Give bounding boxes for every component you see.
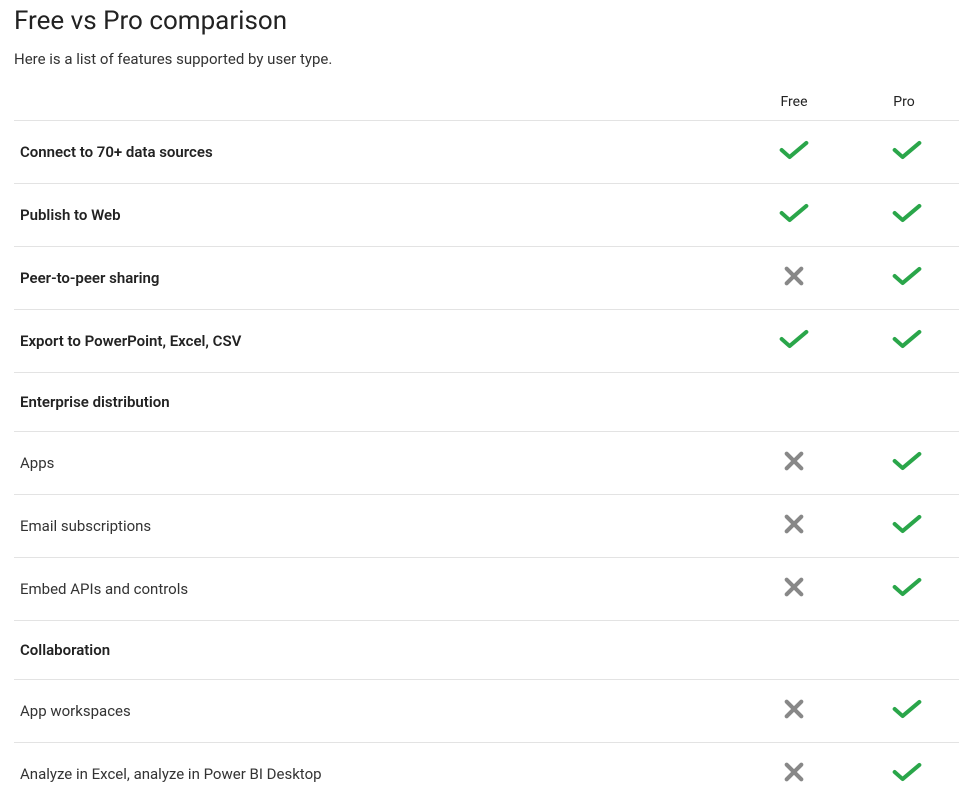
check-icon (779, 328, 809, 350)
table-row: Export to PowerPoint, Excel, CSV (14, 310, 959, 373)
check-icon (892, 761, 922, 783)
cross-icon (783, 698, 805, 720)
feature-pro-cell (849, 743, 959, 806)
feature-free-cell (739, 743, 849, 806)
check-icon (892, 328, 922, 350)
feature-label: Publish to Web (14, 184, 739, 247)
check-icon (892, 450, 922, 472)
check-icon (892, 265, 922, 287)
feature-label: Analyze in Excel, analyze in Power BI De… (14, 743, 739, 806)
feature-pro-cell (849, 495, 959, 558)
feature-free-cell (739, 432, 849, 495)
table-row: Analyze in Excel, analyze in Power BI De… (14, 743, 959, 806)
cross-icon (783, 761, 805, 783)
section-header: Collaboration (14, 621, 959, 680)
table-row: Peer-to-peer sharing (14, 247, 959, 310)
table-row: Email subscriptions (14, 495, 959, 558)
check-icon (892, 139, 922, 161)
col-header-feature (14, 86, 739, 121)
feature-pro-cell (849, 247, 959, 310)
feature-pro-cell (849, 184, 959, 247)
table-row: App workspaces (14, 680, 959, 743)
feature-free-cell (739, 310, 849, 373)
feature-free-cell (739, 495, 849, 558)
cross-icon (783, 576, 805, 598)
table-row: Collaboration (14, 621, 959, 680)
table-row: Apps (14, 432, 959, 495)
check-icon (779, 202, 809, 224)
feature-pro-cell (849, 121, 959, 184)
check-icon (779, 139, 809, 161)
col-header-free: Free (739, 86, 849, 121)
table-row: Embed APIs and controls (14, 558, 959, 621)
table-row: Publish to Web (14, 184, 959, 247)
feature-label: Peer-to-peer sharing (14, 247, 739, 310)
feature-free-cell (739, 558, 849, 621)
cross-icon (783, 450, 805, 472)
feature-label: Apps (14, 432, 739, 495)
page-title: Free vs Pro comparison (14, 6, 959, 36)
check-icon (892, 513, 922, 535)
feature-label: Embed APIs and controls (14, 558, 739, 621)
feature-label: Connect to 70+ data sources (14, 121, 739, 184)
feature-free-cell (739, 247, 849, 310)
check-icon (892, 576, 922, 598)
check-icon (892, 202, 922, 224)
section-header: Enterprise distribution (14, 373, 959, 432)
cross-icon (783, 265, 805, 287)
check-icon (892, 698, 922, 720)
feature-free-cell (739, 680, 849, 743)
feature-pro-cell (849, 680, 959, 743)
comparison-table: Free Pro Connect to 70+ data sourcesPubl… (14, 86, 959, 805)
feature-pro-cell (849, 432, 959, 495)
feature-pro-cell (849, 310, 959, 373)
feature-label: Email subscriptions (14, 495, 739, 558)
feature-label: App workspaces (14, 680, 739, 743)
col-header-pro: Pro (849, 86, 959, 121)
feature-free-cell (739, 121, 849, 184)
table-row: Enterprise distribution (14, 373, 959, 432)
table-row: Connect to 70+ data sources (14, 121, 959, 184)
feature-free-cell (739, 184, 849, 247)
cross-icon (783, 513, 805, 535)
page-intro: Here is a list of features supported by … (14, 50, 959, 68)
feature-label: Export to PowerPoint, Excel, CSV (14, 310, 739, 373)
feature-pro-cell (849, 558, 959, 621)
